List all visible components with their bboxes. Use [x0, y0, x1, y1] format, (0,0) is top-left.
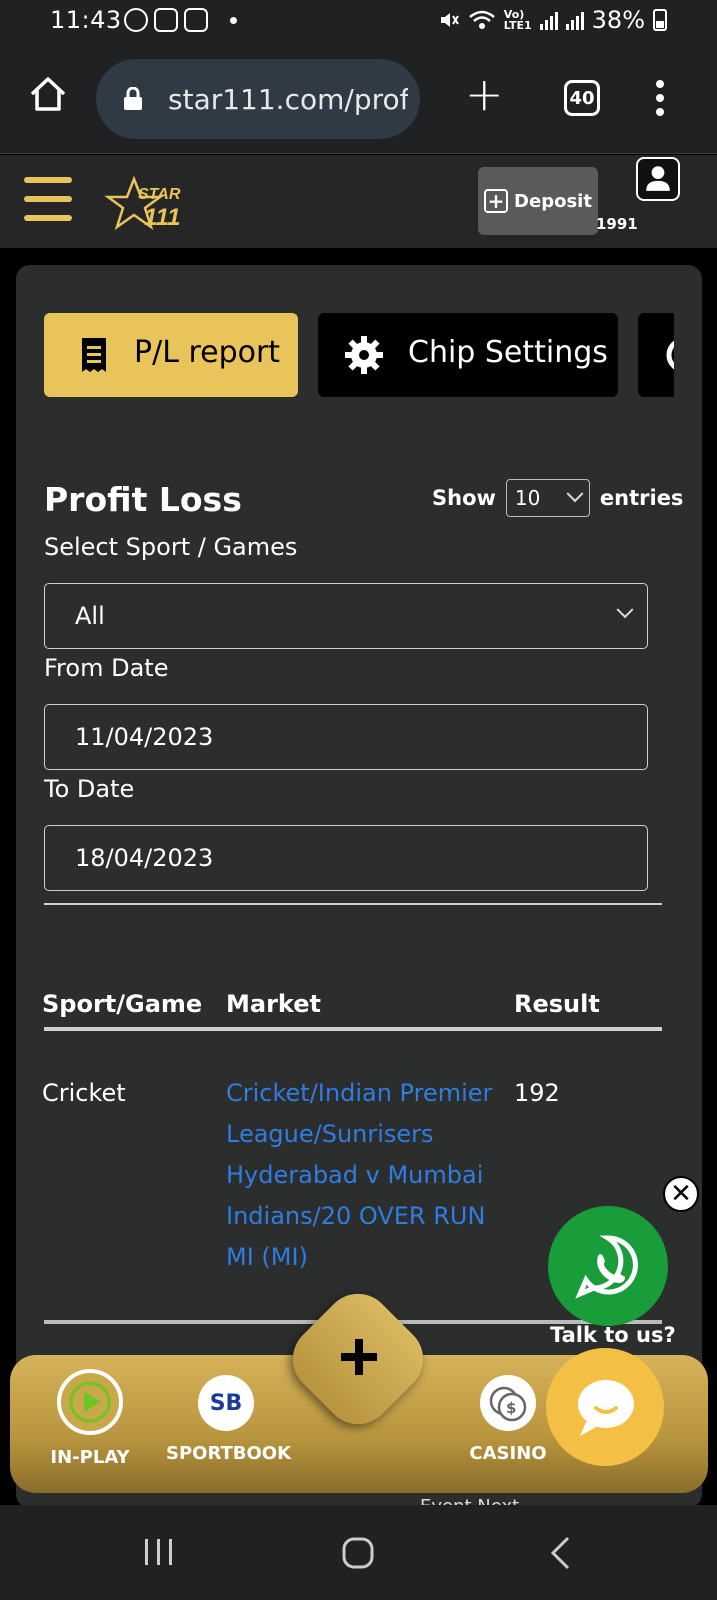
home-nav-icon[interactable]	[340, 1535, 376, 1571]
battery-icon	[653, 9, 667, 31]
gear-icon	[345, 336, 383, 374]
status-bar: 11:43 Vo) LTE1 38%	[0, 0, 717, 44]
account-tabs: P/L report Chip Settings	[44, 313, 674, 397]
star111-logo[interactable]: STAR 111	[100, 175, 190, 231]
talk-to-us-label[interactable]: Talk to us?	[550, 1323, 676, 1347]
whatsapp-button[interactable]	[548, 1206, 668, 1326]
new-tab-icon[interactable]: +	[465, 71, 504, 117]
wifi-icon	[468, 10, 495, 29]
tab-pl-report[interactable]: P/L report	[44, 313, 298, 397]
hamburger-menu-icon[interactable]	[24, 177, 72, 221]
user-id: 1991	[596, 215, 638, 233]
tab-chip-settings[interactable]: Chip Settings	[318, 313, 618, 397]
volte-icon: Vo) LTE1	[503, 8, 532, 32]
entries-control: Show 10 entries	[432, 479, 683, 517]
deposit-label: Deposit	[514, 190, 592, 212]
sport-select[interactable]: All	[44, 583, 648, 649]
recent-apps-icon[interactable]	[142, 1535, 176, 1569]
status-time: 11:43	[50, 6, 122, 34]
nav-label: CASINO	[469, 1443, 547, 1464]
tab-more[interactable]	[638, 313, 674, 397]
calendar-notification-icon	[154, 8, 178, 32]
tab-switcher-button[interactable]: 40	[564, 80, 600, 116]
mute-icon	[440, 13, 459, 27]
user-icon[interactable]	[636, 157, 680, 201]
nav-sportbook[interactable]: SB SPORTBOOK	[166, 1375, 291, 1464]
tab-label: Chip Settings	[408, 335, 608, 370]
from-date-input[interactable]: 11/04/2023	[44, 704, 648, 770]
entries-value: 10	[514, 486, 541, 510]
nav-label: SPORTBOOK	[166, 1443, 292, 1464]
sportbook-badge: SB	[209, 1390, 243, 1416]
to-date-input[interactable]: 18/04/2023	[44, 825, 648, 891]
menu-icon[interactable]	[656, 80, 664, 116]
receipt-icon	[82, 338, 106, 372]
cell-sport: Cricket	[42, 1079, 126, 1107]
clock-icon	[666, 340, 674, 370]
chat-icon	[578, 1380, 634, 1436]
close-icon[interactable]: ✕	[663, 1176, 699, 1212]
home-icon[interactable]	[28, 74, 68, 114]
chat-button[interactable]	[546, 1348, 664, 1466]
lock-icon	[124, 87, 142, 110]
svg-text:111: 111	[144, 204, 180, 231]
android-navigation-bar	[0, 1505, 717, 1600]
back-icon[interactable]	[548, 1535, 572, 1571]
sport-value: All	[75, 602, 105, 630]
header-sport-game: Sport/Game	[42, 990, 203, 1018]
sportbook-icon: SB	[198, 1375, 254, 1431]
to-date-value: 18/04/2023	[75, 844, 214, 872]
svg-text:$: $	[506, 1399, 516, 1417]
nav-casino[interactable]: $ CASINO	[458, 1375, 558, 1464]
svg-text:STAR: STAR	[138, 186, 181, 203]
header-result: Result	[514, 990, 600, 1018]
whatsapp-notification-icon	[124, 8, 148, 32]
whatsapp-icon	[575, 1235, 638, 1299]
browser-toolbar: star111.com/profit + 40	[0, 44, 717, 154]
system-icons: Vo) LTE1 38%	[438, 6, 667, 34]
chevron-down-icon	[616, 601, 634, 619]
url-text: star111.com/profit	[168, 83, 408, 116]
signal-1-icon	[539, 10, 558, 30]
nav-label: IN-PLAY	[50, 1447, 130, 1468]
address-bar[interactable]: star111.com/profit	[96, 59, 420, 139]
tab-label: P/L report	[134, 335, 281, 370]
cell-result: 192	[514, 1079, 560, 1107]
to-date-label: To Date	[44, 775, 135, 803]
page-title: Profit Loss	[44, 480, 242, 519]
table-header-divider	[44, 1027, 662, 1031]
notification-icons	[124, 8, 237, 32]
battery-percent: 38%	[591, 6, 645, 34]
sport-label: Select Sport / Games	[44, 533, 298, 561]
show-label: Show	[432, 486, 496, 510]
divider	[44, 903, 662, 905]
plus-icon: +	[484, 189, 509, 213]
casino-chip-icon: $	[480, 1375, 536, 1431]
deposit-button[interactable]: + Deposit	[478, 167, 598, 235]
play-icon	[57, 1369, 123, 1435]
from-date-value: 11/04/2023	[75, 723, 214, 751]
entries-select[interactable]: 10	[505, 479, 590, 517]
nav-in-play[interactable]: IN-PLAY	[38, 1369, 142, 1468]
plus-icon	[341, 1339, 377, 1375]
signal-2-icon	[565, 10, 584, 30]
site-header: STAR 111 + Deposit 1991	[0, 155, 717, 248]
more-notifications-icon	[230, 16, 237, 24]
instagram-notification-icon	[184, 8, 208, 32]
header-market: Market	[226, 990, 321, 1018]
entries-label: entries	[599, 486, 684, 510]
chevron-down-icon	[566, 485, 584, 503]
from-date-label: From Date	[44, 654, 169, 682]
cell-market-link[interactable]: Cricket/Indian Premier League/Sunrisers …	[226, 1073, 496, 1278]
